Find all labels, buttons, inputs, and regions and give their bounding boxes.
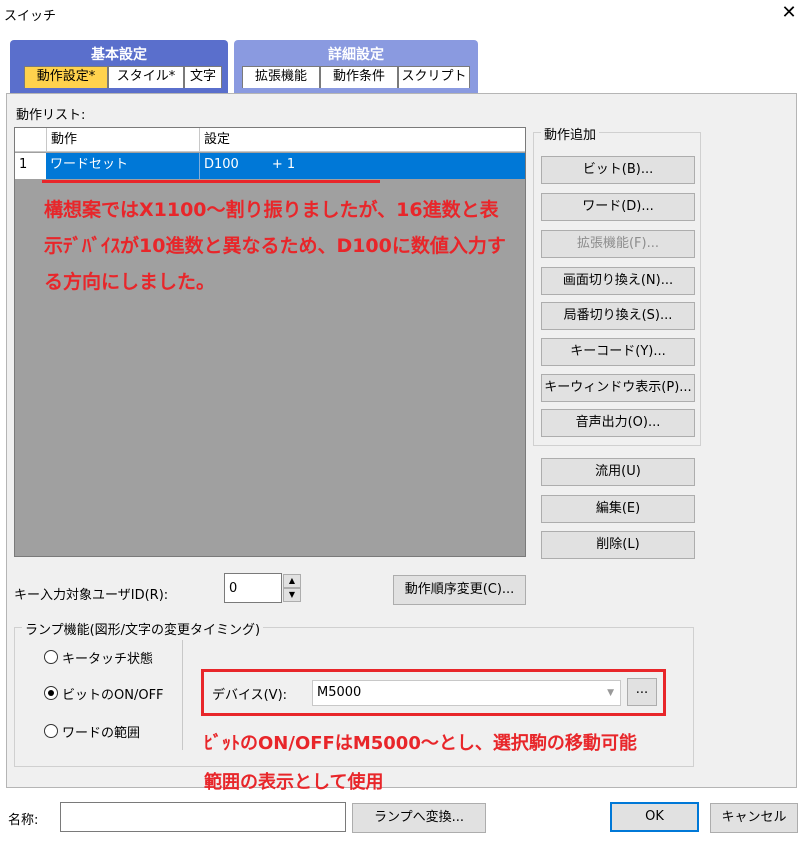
radio-key-touch-label: キータッチ状態 <box>62 652 154 667</box>
delete-button[interactable]: 削除(L) <box>541 531 695 559</box>
user-id-spin-up[interactable]: ▲ <box>283 574 301 588</box>
lamp-label: ランプ機能(図形/文字の変更タイミング) <box>22 619 264 638</box>
table-row[interactable]: 1 ワードセット D100 + 1 <box>15 153 525 179</box>
row-selection[interactable]: ワードセット D100 + 1 <box>46 153 525 179</box>
device-browse-button[interactable]: ... <box>627 678 657 706</box>
title-bar <box>0 0 805 28</box>
tab-extension[interactable]: 拡張機能 <box>242 66 320 88</box>
word-button[interactable]: ワード(D)... <box>541 193 695 221</box>
tab-text[interactable]: 文字 <box>184 66 222 88</box>
cancel-button[interactable]: キャンセル <box>710 803 798 833</box>
key-input-label: キー入力対象ユーザID(R): <box>14 588 169 603</box>
header-index <box>15 128 47 152</box>
radio-bit-onoff-label: ビットのON/OFF <box>62 688 164 703</box>
name-label: 名称: <box>8 813 39 828</box>
annotation-lamp: ﾋﾞｯﾄのON/OFFはM5000～とし、選択駒の移動可能範囲の表示として使用 <box>204 733 637 793</box>
bit-button[interactable]: ビット(B)... <box>541 156 695 184</box>
tab-group-basic-label: 基本設定 <box>91 47 147 63</box>
tab-group-advanced-label: 詳細設定 <box>328 47 384 63</box>
add-action-label: 動作追加 <box>541 124 600 143</box>
tab-style[interactable]: スタイル* <box>108 66 184 88</box>
tab-group-basic: 基本設定 動作設定* スタイル* 文字 <box>10 40 228 93</box>
row-setting: D100 + 1 <box>204 157 296 172</box>
name-field[interactable] <box>60 802 346 832</box>
action-list-header: 動作 設定 <box>15 128 525 152</box>
annotation-main: 構想案ではX1100～割り振りましたが、16進数と表示ﾃﾞﾊﾞｲｽが10進数と異… <box>44 199 506 293</box>
tab-action-settings[interactable]: 動作設定* <box>24 66 108 88</box>
device-combo[interactable]: M5000 ▼ <box>312 680 621 706</box>
key-code-button[interactable]: キーコード(Y)... <box>541 338 695 366</box>
copy-button[interactable]: 流用(U) <box>541 458 695 486</box>
row-index: 1 <box>19 157 28 172</box>
tab-conditions[interactable]: 動作条件 <box>320 66 398 88</box>
tab-script[interactable]: スクリプト <box>398 66 470 88</box>
convert-to-lamp-button[interactable]: ランプへ変換... <box>352 803 486 833</box>
sound-output-button[interactable]: 音声出力(O)... <box>541 409 695 437</box>
lamp-divider <box>182 640 183 750</box>
station-switch-button[interactable]: 局番切り換え(S)... <box>541 302 695 330</box>
header-action[interactable]: 動作 <box>47 128 200 152</box>
radio-word-range[interactable] <box>44 724 58 738</box>
action-list-label: 動作リスト: <box>16 108 86 123</box>
user-id-spin-down[interactable]: ▼ <box>283 588 301 602</box>
chevron-down-icon: ▼ <box>607 688 614 698</box>
row-action: ワードセット <box>46 153 200 179</box>
edit-button[interactable]: 編集(E) <box>541 495 695 523</box>
red-underline <box>42 180 380 183</box>
close-button[interactable]: ✕ <box>778 3 800 25</box>
radio-bit-onoff[interactable] <box>44 686 58 700</box>
window-title: スイッチ <box>4 9 57 24</box>
extension-button[interactable]: 拡張機能(F)... <box>541 230 695 258</box>
reorder-button[interactable]: 動作順序変更(C)... <box>393 575 526 605</box>
device-value: M5000 <box>317 685 362 700</box>
ok-button[interactable]: OK <box>610 802 699 832</box>
key-window-button[interactable]: キーウィンドウ表示(P)... <box>541 374 695 402</box>
screen-switch-button[interactable]: 画面切り換え(N)... <box>541 267 695 295</box>
radio-key-touch[interactable] <box>44 650 58 664</box>
radio-word-range-label: ワードの範囲 <box>62 726 141 741</box>
tab-group-advanced: 詳細設定 拡張機能 動作条件 スクリプト <box>234 40 478 93</box>
user-id-input[interactable] <box>224 573 282 603</box>
device-label: デバイス(V): <box>212 688 288 703</box>
header-setting[interactable]: 設定 <box>200 128 525 152</box>
